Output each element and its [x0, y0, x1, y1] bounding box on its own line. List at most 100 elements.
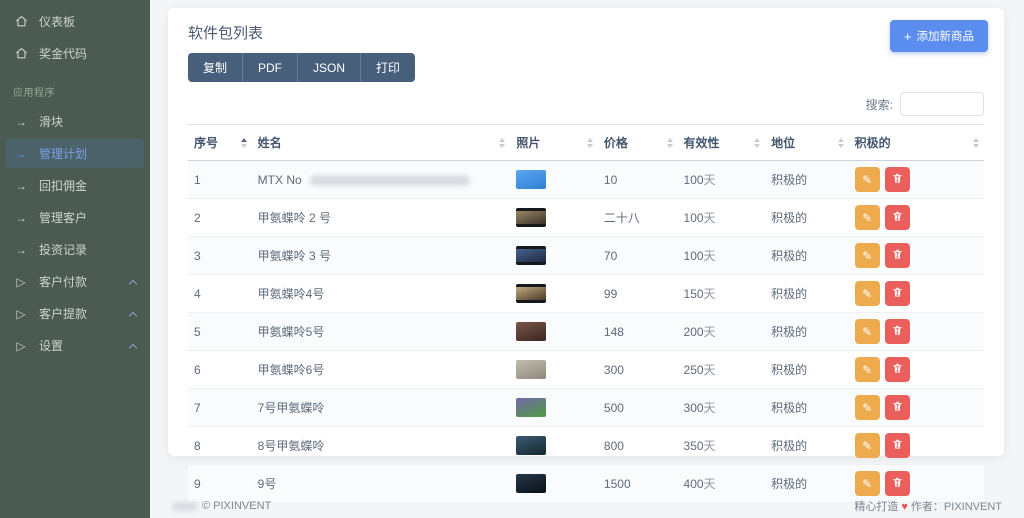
export-json-button[interactable]: JSON — [298, 53, 361, 82]
delete-button[interactable] — [885, 167, 910, 192]
cell-validity: 300天 — [678, 389, 766, 427]
cell-name: 甲氨蝶呤6号 — [252, 351, 511, 389]
delete-button[interactable] — [885, 319, 910, 344]
sidebar-item-label: 回扣佣金 — [39, 177, 87, 194]
edit-button[interactable]: ✎ — [855, 357, 880, 382]
delete-button[interactable] — [885, 243, 910, 268]
sort-carets-icon — [973, 138, 979, 148]
sort-desc-icon — [241, 144, 247, 148]
delete-button[interactable] — [885, 433, 910, 458]
cell-price: 1500 — [598, 465, 678, 503]
footer-copyright-text: © PIXINVENT — [202, 500, 271, 512]
sidebar-item-label: 滑块 — [39, 113, 63, 130]
column-header-有效性[interactable]: 有效性 — [678, 125, 766, 161]
edit-button[interactable]: ✎ — [855, 471, 880, 496]
package-name: 9号 — [258, 477, 277, 491]
edit-button[interactable]: ✎ — [855, 319, 880, 344]
export-pdf-button[interactable]: PDF — [243, 53, 298, 82]
cell-name: MTX No — [252, 161, 511, 199]
column-header-姓名[interactable]: 姓名 — [252, 125, 511, 161]
sidebar: 仪表板奖金代码应用程序 →滑块 →管理计划 →回扣佣金 →管理客户 →投资记录 ▷客户付款 ▷… — [0, 0, 150, 518]
cell-photo — [510, 161, 598, 199]
sidebar-item[interactable]: →管理客户 — [6, 203, 144, 232]
column-header-label: 序号 — [194, 136, 218, 150]
chevron-up-icon — [129, 278, 137, 286]
sidebar-item[interactable]: 仪表板 — [6, 7, 144, 36]
page-footer: © PIXINVENT 精心打造♥作者：PIXINVENT — [172, 498, 1002, 514]
validity-value: 100 — [684, 249, 704, 263]
sort-desc-icon — [667, 144, 673, 148]
package-name: 8号甲氨蝶呤 — [258, 439, 325, 453]
app-root: 仪表板奖金代码应用程序 →滑块 →管理计划 →回扣佣金 →管理客户 →投资记录 ▷客户付款 ▷… — [0, 0, 1024, 518]
column-header-照片[interactable]: 照片 — [510, 125, 598, 161]
search-input[interactable] — [900, 92, 984, 116]
validity-value: 150 — [684, 287, 704, 301]
trash-icon — [892, 172, 903, 187]
add-product-button[interactable]: + 添加新商品 — [890, 20, 988, 52]
export-copy-button[interactable]: 复制 — [188, 53, 243, 82]
delete-button[interactable] — [885, 205, 910, 230]
edit-button[interactable]: ✎ — [855, 395, 880, 420]
sort-carets-icon — [838, 138, 844, 148]
delete-button[interactable] — [885, 395, 910, 420]
sidebar-item[interactable]: →回扣佣金 — [6, 171, 144, 200]
cell-actions: ✎ — [849, 465, 984, 503]
validity-unit: 天 — [704, 325, 716, 339]
cell-serial: 8 — [188, 427, 252, 465]
chevron-up-icon — [129, 310, 137, 318]
product-photo — [516, 246, 546, 265]
delete-button[interactable] — [885, 471, 910, 496]
product-photo — [516, 284, 546, 303]
cell-status: 积极的 — [765, 465, 849, 503]
table-row: 6甲氨蝶呤6号300250天积极的✎ — [188, 351, 984, 389]
delete-button[interactable] — [885, 281, 910, 306]
cell-name: 甲氨蝶呤4号 — [252, 275, 511, 313]
cell-serial: 9 — [188, 465, 252, 503]
cell-status: 积极的 — [765, 275, 849, 313]
sidebar-item[interactable]: ▷客户提款 — [6, 299, 144, 328]
cell-photo — [510, 313, 598, 351]
sort-carets-icon — [667, 138, 673, 148]
table-row: 2甲氨蝶呤 2 号二十八100天积极的✎ — [188, 199, 984, 237]
edit-button[interactable]: ✎ — [855, 433, 880, 458]
sidebar-item[interactable]: →管理计划 — [6, 139, 144, 168]
edit-button[interactable]: ✎ — [855, 281, 880, 306]
cell-status: 积极的 — [765, 199, 849, 237]
column-header-价格[interactable]: 价格 — [598, 125, 678, 161]
column-header-地位[interactable]: 地位 — [765, 125, 849, 161]
column-header-积极的[interactable]: 积极的 — [849, 125, 984, 161]
cell-name: 9号 — [252, 465, 511, 503]
search-label: 搜索: — [866, 96, 893, 113]
export-print-button[interactable]: 打印 — [361, 53, 415, 82]
sidebar-item[interactable]: 奖金代码 — [6, 39, 144, 68]
edit-button[interactable]: ✎ — [855, 205, 880, 230]
sidebar-item[interactable]: →滑块 — [6, 107, 144, 136]
sidebar-section-label: 应用程序 — [0, 71, 150, 104]
pencil-icon: ✎ — [862, 401, 872, 415]
cell-photo — [510, 199, 598, 237]
sort-carets-icon — [587, 138, 593, 148]
validity-unit: 天 — [704, 173, 716, 187]
column-header-label: 地位 — [771, 136, 795, 150]
cell-actions: ✎ — [849, 427, 984, 465]
table-row: 88号甲氨蝶呤800350天积极的✎ — [188, 427, 984, 465]
edit-button[interactable]: ✎ — [855, 243, 880, 268]
sidebar-item[interactable]: ▷设置 — [6, 331, 144, 360]
pencil-icon: ✎ — [862, 477, 872, 491]
product-photo — [516, 170, 546, 189]
delete-button[interactable] — [885, 357, 910, 382]
edit-button[interactable]: ✎ — [855, 167, 880, 192]
cell-actions: ✎ — [849, 313, 984, 351]
heart-icon: ♥ — [901, 501, 908, 513]
column-header-label: 积极的 — [855, 136, 891, 150]
column-header-序号[interactable]: 序号 — [188, 125, 252, 161]
sidebar-item[interactable]: →投资记录 — [6, 235, 144, 264]
package-name: MTX No — [258, 173, 302, 187]
footer-copyright: © PIXINVENT — [172, 500, 271, 512]
product-photo — [516, 360, 546, 379]
add-product-label: 添加新商品 — [917, 28, 975, 44]
validity-value: 250 — [684, 363, 704, 377]
cell-validity: 200天 — [678, 313, 766, 351]
sort-carets-icon — [754, 138, 760, 148]
sidebar-item[interactable]: ▷客户付款 — [6, 267, 144, 296]
